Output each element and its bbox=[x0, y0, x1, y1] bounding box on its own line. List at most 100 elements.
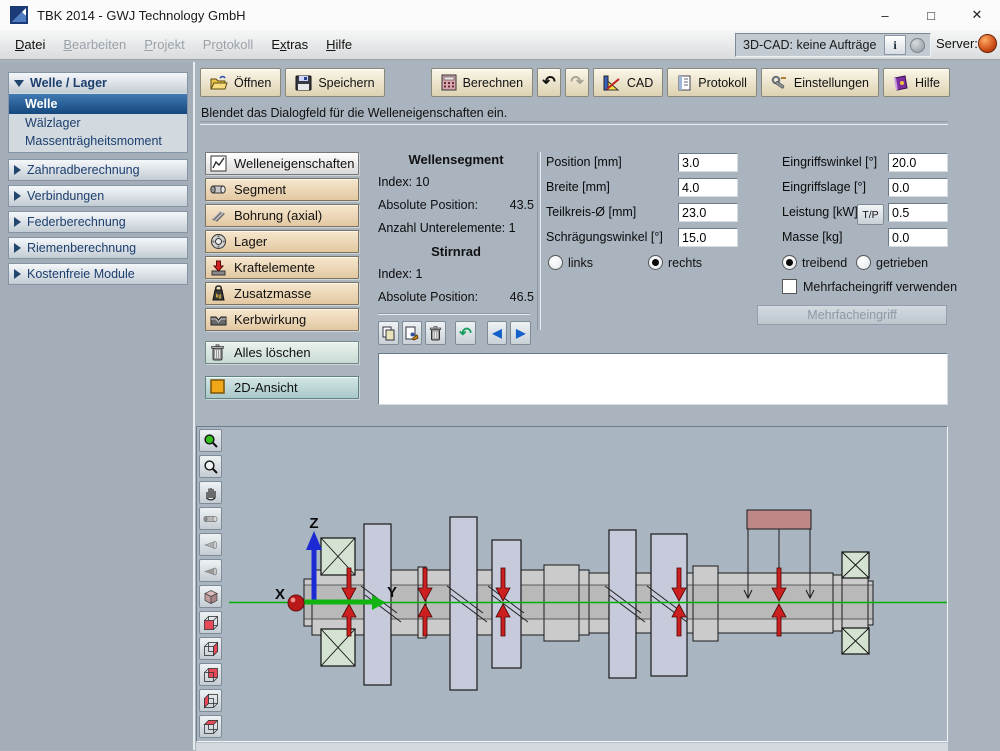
trash-icon bbox=[429, 325, 442, 340]
paste-element-button[interactable] bbox=[401, 321, 423, 345]
shaft-view-panel[interactable]: Z Y X bbox=[196, 426, 948, 742]
menu-projekt[interactable]: Projekt bbox=[135, 30, 193, 60]
help-book-icon bbox=[893, 74, 909, 91]
hint-text: Blendet das Dialogfeld für die Welleneig… bbox=[201, 106, 508, 120]
sidebar-item-massentraegheitsmoment[interactable]: Massenträgheitsmoment bbox=[9, 132, 187, 150]
shaft-drawing[interactable]: Z Y X bbox=[197, 427, 948, 742]
next-icon: ▶ bbox=[516, 326, 526, 340]
links-radio[interactable] bbox=[548, 255, 563, 270]
torque-power-toggle-button[interactable]: T/P bbox=[857, 204, 884, 225]
view-right-button[interactable] bbox=[199, 637, 222, 660]
masse-input[interactable] bbox=[888, 228, 948, 247]
notch-effect-button[interactable]: Kerbwirkung bbox=[205, 308, 359, 331]
zoom-button[interactable] bbox=[199, 455, 222, 478]
message-area[interactable] bbox=[378, 353, 948, 405]
collapsed-triangle-icon bbox=[14, 191, 21, 201]
schraegungswinkel-input[interactable] bbox=[678, 228, 738, 247]
segment-mini-toolbar: ↶ ◀ ▶ bbox=[378, 321, 534, 345]
copy-icon bbox=[382, 326, 395, 340]
pan-button[interactable] bbox=[199, 481, 222, 504]
view-2d-button[interactable]: 2D-Ansicht bbox=[205, 376, 359, 399]
menu-extras[interactable]: Extras bbox=[262, 30, 317, 60]
top-view-cube-icon bbox=[203, 719, 218, 734]
delete-element-button[interactable] bbox=[425, 321, 446, 345]
sidebar: Welle / Lager Welle Wälzlager Massenträg… bbox=[0, 62, 195, 750]
cad-button[interactable]: CAD bbox=[592, 68, 664, 97]
eingriffslage-input[interactable] bbox=[888, 178, 948, 197]
calculate-button[interactable]: Berechnen bbox=[430, 68, 534, 97]
maximize-button[interactable]: □ bbox=[908, 0, 954, 30]
axis-label-y: Y bbox=[387, 584, 397, 601]
view-left-button[interactable] bbox=[199, 689, 222, 712]
position-input[interactable] bbox=[678, 153, 738, 172]
sidebar-group-zahnradberechnung: Zahnradberechnung bbox=[8, 159, 188, 181]
mehrfacheingriff-button[interactable]: Mehrfacheingriff bbox=[757, 305, 947, 325]
eingriffslage-label: Eingriffslage [°] bbox=[782, 180, 866, 194]
menu-datei[interactable]: Datei bbox=[6, 30, 54, 60]
view-cone-right-button[interactable] bbox=[199, 559, 222, 582]
undo-button[interactable]: ↶ bbox=[537, 68, 561, 97]
view-front-button[interactable] bbox=[199, 611, 222, 634]
treibend-radio[interactable] bbox=[782, 255, 797, 270]
leistung-label: Leistung [kW] bbox=[782, 205, 858, 219]
breite-input[interactable] bbox=[678, 178, 738, 197]
force-arrow-icon bbox=[210, 259, 227, 276]
rechts-radio[interactable] bbox=[648, 255, 663, 270]
pan-hand-icon bbox=[205, 487, 216, 500]
gear-index: Index: 1 bbox=[378, 267, 423, 281]
help-button[interactable]: Hilfe bbox=[882, 68, 950, 97]
close-button[interactable]: ✕ bbox=[954, 0, 1000, 30]
menu-protokoll[interactable]: Protokoll bbox=[194, 30, 263, 60]
next-element-button[interactable]: ▶ bbox=[510, 321, 532, 345]
sidebar-item-waelzlager[interactable]: Wälzlager bbox=[9, 114, 187, 132]
rechts-radio-row: rechts bbox=[648, 255, 702, 270]
mehrfacheingriff-checkbox[interactable] bbox=[782, 279, 797, 294]
getrieben-radio[interactable] bbox=[856, 255, 871, 270]
redo-button[interactable]: ↷ bbox=[564, 68, 589, 97]
app-logo-icon bbox=[10, 6, 28, 24]
axial-bore-button[interactable]: Bohrung (axial) bbox=[205, 204, 359, 227]
minimize-button[interactable]: – bbox=[862, 0, 908, 30]
force-elements-button[interactable]: Kraftelemente bbox=[205, 256, 359, 279]
view-back-button[interactable] bbox=[199, 663, 222, 686]
sidebar-group-welle-lager-header[interactable]: Welle / Lager bbox=[9, 73, 187, 93]
sidebar-group-kostenfreie-module: Kostenfreie Module bbox=[8, 263, 188, 285]
gear-abs-pos-value: 46.5 bbox=[509, 290, 534, 304]
kg-weight-icon: kg bbox=[210, 285, 227, 302]
teilkreis-input[interactable] bbox=[678, 203, 738, 222]
segment-button[interactable]: Segment bbox=[205, 178, 359, 201]
mehrfacheingriff-checkbox-label: Mehrfacheingriff verwenden bbox=[803, 279, 958, 294]
eingriffswinkel-input[interactable] bbox=[888, 153, 948, 172]
view-isometric-button[interactable] bbox=[199, 585, 222, 608]
zoom-fit-icon bbox=[203, 433, 218, 448]
collapsed-triangle-icon bbox=[14, 243, 21, 253]
settings-button[interactable]: Einstellungen bbox=[760, 68, 879, 97]
teilkreis-label: Teilkreis-Ø [mm] bbox=[546, 205, 637, 219]
bearing-button[interactable]: Lager bbox=[205, 230, 359, 253]
trash-icon bbox=[210, 344, 227, 361]
bearing-icon bbox=[210, 233, 227, 250]
segment-abs-pos-label: Absolute Position: bbox=[378, 198, 479, 212]
view-cylinder-button[interactable] bbox=[199, 507, 222, 530]
view-cone-left-button[interactable] bbox=[199, 533, 222, 556]
open-button[interactable]: Öffnen bbox=[200, 68, 282, 97]
axis-label-x: X bbox=[275, 586, 285, 603]
view-top-button[interactable] bbox=[199, 715, 222, 738]
gear-title: Stirnrad bbox=[431, 244, 481, 259]
shaft-properties-button[interactable]: Welleneigenschaften bbox=[205, 152, 359, 175]
menu-hilfe[interactable]: Hilfe bbox=[317, 30, 361, 60]
protocol-button[interactable]: Protokoll bbox=[667, 68, 757, 97]
right-view-cube-icon bbox=[203, 641, 218, 656]
menu-bearbeiten[interactable]: Bearbeiten bbox=[54, 30, 135, 60]
copy-element-button[interactable] bbox=[378, 321, 399, 345]
delete-all-button[interactable]: Alles löschen bbox=[205, 341, 359, 364]
sidebar-group-welle-lager-items: Welle Wälzlager Massenträgheitsmoment bbox=[9, 93, 187, 152]
zoom-fit-button[interactable] bbox=[199, 429, 222, 452]
additional-mass-button[interactable]: kg Zusatzmasse bbox=[205, 282, 359, 305]
previous-element-button[interactable]: ◀ bbox=[486, 321, 508, 345]
save-button[interactable]: Speichern bbox=[285, 68, 385, 97]
sidebar-item-welle[interactable]: Welle bbox=[9, 94, 187, 114]
cad-info-button[interactable]: i bbox=[884, 35, 906, 55]
leistung-input[interactable] bbox=[888, 203, 948, 222]
undo-element-button[interactable]: ↶ bbox=[455, 321, 476, 345]
